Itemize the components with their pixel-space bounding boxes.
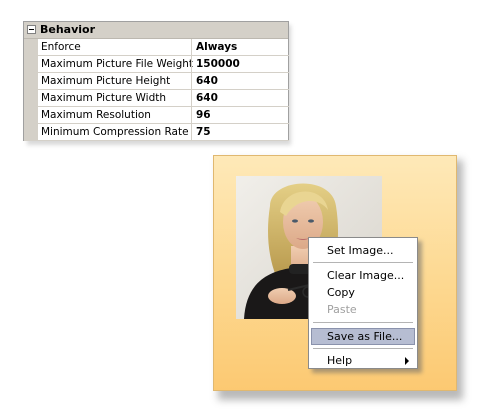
column-divider bbox=[191, 39, 192, 55]
property-value[interactable]: 150000 bbox=[196, 58, 240, 70]
menu-separator bbox=[313, 348, 413, 349]
property-name: Maximum Picture Height bbox=[41, 75, 171, 87]
property-name: Maximum Resolution bbox=[41, 109, 151, 121]
category-label: Behavior bbox=[40, 23, 96, 36]
context-menu: Set Image... Clear Image... Copy Paste S… bbox=[308, 237, 418, 369]
category-header-behavior[interactable]: Behavior bbox=[24, 22, 288, 39]
property-name: Minimum Compression Rate bbox=[41, 126, 189, 138]
property-row-min-compression[interactable]: Minimum Compression Rate 75 bbox=[38, 124, 289, 141]
menu-separator bbox=[313, 262, 413, 263]
menu-item-set-image[interactable]: Set Image... bbox=[311, 242, 415, 259]
property-row-max-resolution[interactable]: Maximum Resolution 96 bbox=[38, 107, 289, 124]
property-value[interactable]: 640 bbox=[196, 75, 218, 87]
property-name: Enforce bbox=[41, 41, 81, 53]
property-value[interactable]: 75 bbox=[196, 126, 211, 138]
menu-item-copy[interactable]: Copy bbox=[311, 284, 415, 301]
menu-item-help-label: Help bbox=[327, 354, 353, 367]
property-row-max-width[interactable]: Maximum Picture Width 640 bbox=[38, 90, 289, 107]
submenu-arrow-icon bbox=[405, 357, 409, 365]
property-value[interactable]: 640 bbox=[196, 92, 218, 104]
property-name: Maximum Picture Width bbox=[41, 92, 167, 104]
column-divider bbox=[191, 124, 192, 140]
menu-separator bbox=[313, 322, 413, 323]
collapse-toggle-icon[interactable] bbox=[27, 25, 36, 34]
column-divider bbox=[191, 56, 192, 72]
column-divider bbox=[191, 73, 192, 89]
property-value[interactable]: 96 bbox=[196, 109, 211, 121]
property-row-max-file-weight[interactable]: Maximum Picture File Weight 150000 bbox=[38, 56, 289, 73]
property-value[interactable]: Always bbox=[196, 41, 237, 53]
menu-item-clear-image[interactable]: Clear Image... bbox=[311, 267, 415, 284]
column-divider bbox=[191, 107, 192, 123]
menu-item-paste: Paste bbox=[327, 303, 357, 316]
property-name: Maximum Picture File Weight bbox=[41, 58, 194, 70]
property-row-enforce[interactable]: Enforce Always bbox=[38, 39, 289, 56]
property-grid: Behavior Enforce Always Maximum Picture … bbox=[23, 21, 289, 141]
menu-item-help[interactable]: Help bbox=[311, 352, 415, 369]
column-divider bbox=[191, 90, 192, 106]
property-row-max-height[interactable]: Maximum Picture Height 640 bbox=[38, 73, 289, 90]
menu-item-save-as-file[interactable]: Save as File... bbox=[311, 328, 415, 345]
property-grid-gutter bbox=[24, 39, 38, 141]
